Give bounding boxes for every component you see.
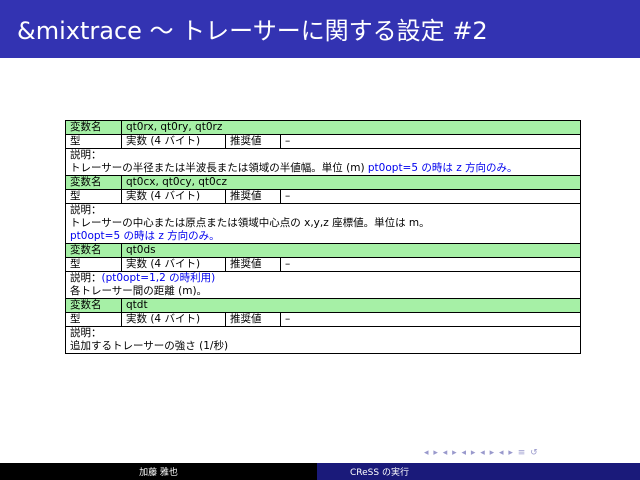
recommended-value: – xyxy=(280,134,581,149)
footer-bar: 加藤 雅也 CReSS の実行 xyxy=(0,463,640,480)
table-row: 説明： トレーサーの半径または半波長または領域の半値幅。単位 (m) pt0op… xyxy=(65,148,581,176)
description-note: (pt0opt=1,2 の時利用) xyxy=(101,272,216,284)
table-row: 型 実数 (4 バイト) 推奨値 – xyxy=(65,257,581,272)
varname-label: 変数名 xyxy=(65,298,122,313)
description-body: トレーサーの中心または原点または領域中心点の x,y,z 座標値。単位は m。 xyxy=(70,217,430,229)
var-name: qt0ds xyxy=(121,243,581,258)
type-label: 型 xyxy=(65,257,122,272)
var-type: 実数 (4 バイト) xyxy=(121,257,226,272)
recommended-value: – xyxy=(280,189,581,204)
var-type: 実数 (4 バイト) xyxy=(121,189,226,204)
table-row: 変数名 qt0ds xyxy=(65,243,581,258)
recommended-value: – xyxy=(280,312,581,327)
description-label: 説明： xyxy=(70,204,102,216)
description-body: 各トレーサー間の距離 (m)。 xyxy=(70,285,208,297)
description-text: トレーサーの半径または半波長または領域の半値幅。単位 (m) pt0opt=5 … xyxy=(70,162,576,175)
description-cell: 説明： トレーサーの中心または原点または領域中心点の x,y,z 座標値。単位は… xyxy=(65,203,581,244)
description-label-line: 説明：(pt0opt=1,2 の時利用) xyxy=(70,272,576,285)
description-cell: 説明： トレーサーの半径または半波長または領域の半値幅。単位 (m) pt0op… xyxy=(65,148,581,176)
type-label: 型 xyxy=(65,312,122,327)
recommended-label: 推奨値 xyxy=(225,257,281,272)
description-label: 説明： xyxy=(70,272,102,284)
var-type: 実数 (4 バイト) xyxy=(121,134,226,149)
slide-title: &mixtrace ～ トレーサーに関する設定 #2 xyxy=(17,17,488,45)
table-row: 説明：(pt0opt=1,2 の時利用) 各トレーサー間の距離 (m)。 xyxy=(65,271,581,299)
table-row: 説明： トレーサーの中心または原点または領域中心点の x,y,z 座標値。単位は… xyxy=(65,203,581,244)
beamer-navigation-icons[interactable]: ◂ ▸ ◂ ▸ ◂ ▸ ◂ ▸ ◂ ▸ ≡ ↺ xyxy=(424,448,539,458)
var-name: qt0rx, qt0ry, qt0rz xyxy=(121,120,581,135)
description-note: pt0opt=5 の時は z 方向のみ。 xyxy=(70,230,220,242)
description-body: トレーサーの半径または半波長または領域の半値幅。単位 (m) xyxy=(70,162,368,174)
table-row: 型 実数 (4 バイト) 推奨値 – xyxy=(65,189,581,204)
table-row: 型 実数 (4 バイト) 推奨値 – xyxy=(65,312,581,327)
description-cell: 説明：(pt0opt=1,2 の時利用) 各トレーサー間の距離 (m)。 xyxy=(65,271,581,299)
var-type: 実数 (4 バイト) xyxy=(121,312,226,327)
varname-label: 変数名 xyxy=(65,243,122,258)
varname-label: 変数名 xyxy=(65,120,122,135)
varname-label: 変数名 xyxy=(65,175,122,190)
table-row: 変数名 qt0rx, qt0ry, qt0rz xyxy=(65,120,581,135)
var-name: qtdt xyxy=(121,298,581,313)
table-row: 説明： 追加するトレーサーの強さ (1/秒) xyxy=(65,326,581,354)
variables-table: 変数名 qt0rx, qt0ry, qt0rz 型 実数 (4 バイト) 推奨値… xyxy=(65,120,581,354)
description-label: 説明： xyxy=(70,327,102,339)
footer-title-box: CReSS の実行 xyxy=(317,463,640,480)
slide-title-bar: &mixtrace ～ トレーサーに関する設定 #2 xyxy=(0,0,640,58)
var-name: qt0cx, qt0cy, qt0cz xyxy=(121,175,581,190)
recommended-label: 推奨値 xyxy=(225,134,281,149)
type-label: 型 xyxy=(65,134,122,149)
type-label: 型 xyxy=(65,189,122,204)
description-label: 説明： xyxy=(70,149,102,161)
description-note: pt0opt=5 の時は z 方向のみ。 xyxy=(367,162,518,174)
description-cell: 説明： 追加するトレーサーの強さ (1/秒) xyxy=(65,326,581,354)
description-body: 追加するトレーサーの強さ (1/秒) xyxy=(70,340,229,352)
table-row: 変数名 qtdt xyxy=(65,298,581,313)
recommended-label: 推奨値 xyxy=(225,189,281,204)
recommended-value: – xyxy=(280,257,581,272)
recommended-label: 推奨値 xyxy=(225,312,281,327)
footer-title: CReSS の実行 xyxy=(350,468,409,478)
table-row: 型 実数 (4 バイト) 推奨値 – xyxy=(65,134,581,149)
footer-author: 加藤 雅也 xyxy=(139,468,178,478)
table-row: 変数名 qt0cx, qt0cy, qt0cz xyxy=(65,175,581,190)
